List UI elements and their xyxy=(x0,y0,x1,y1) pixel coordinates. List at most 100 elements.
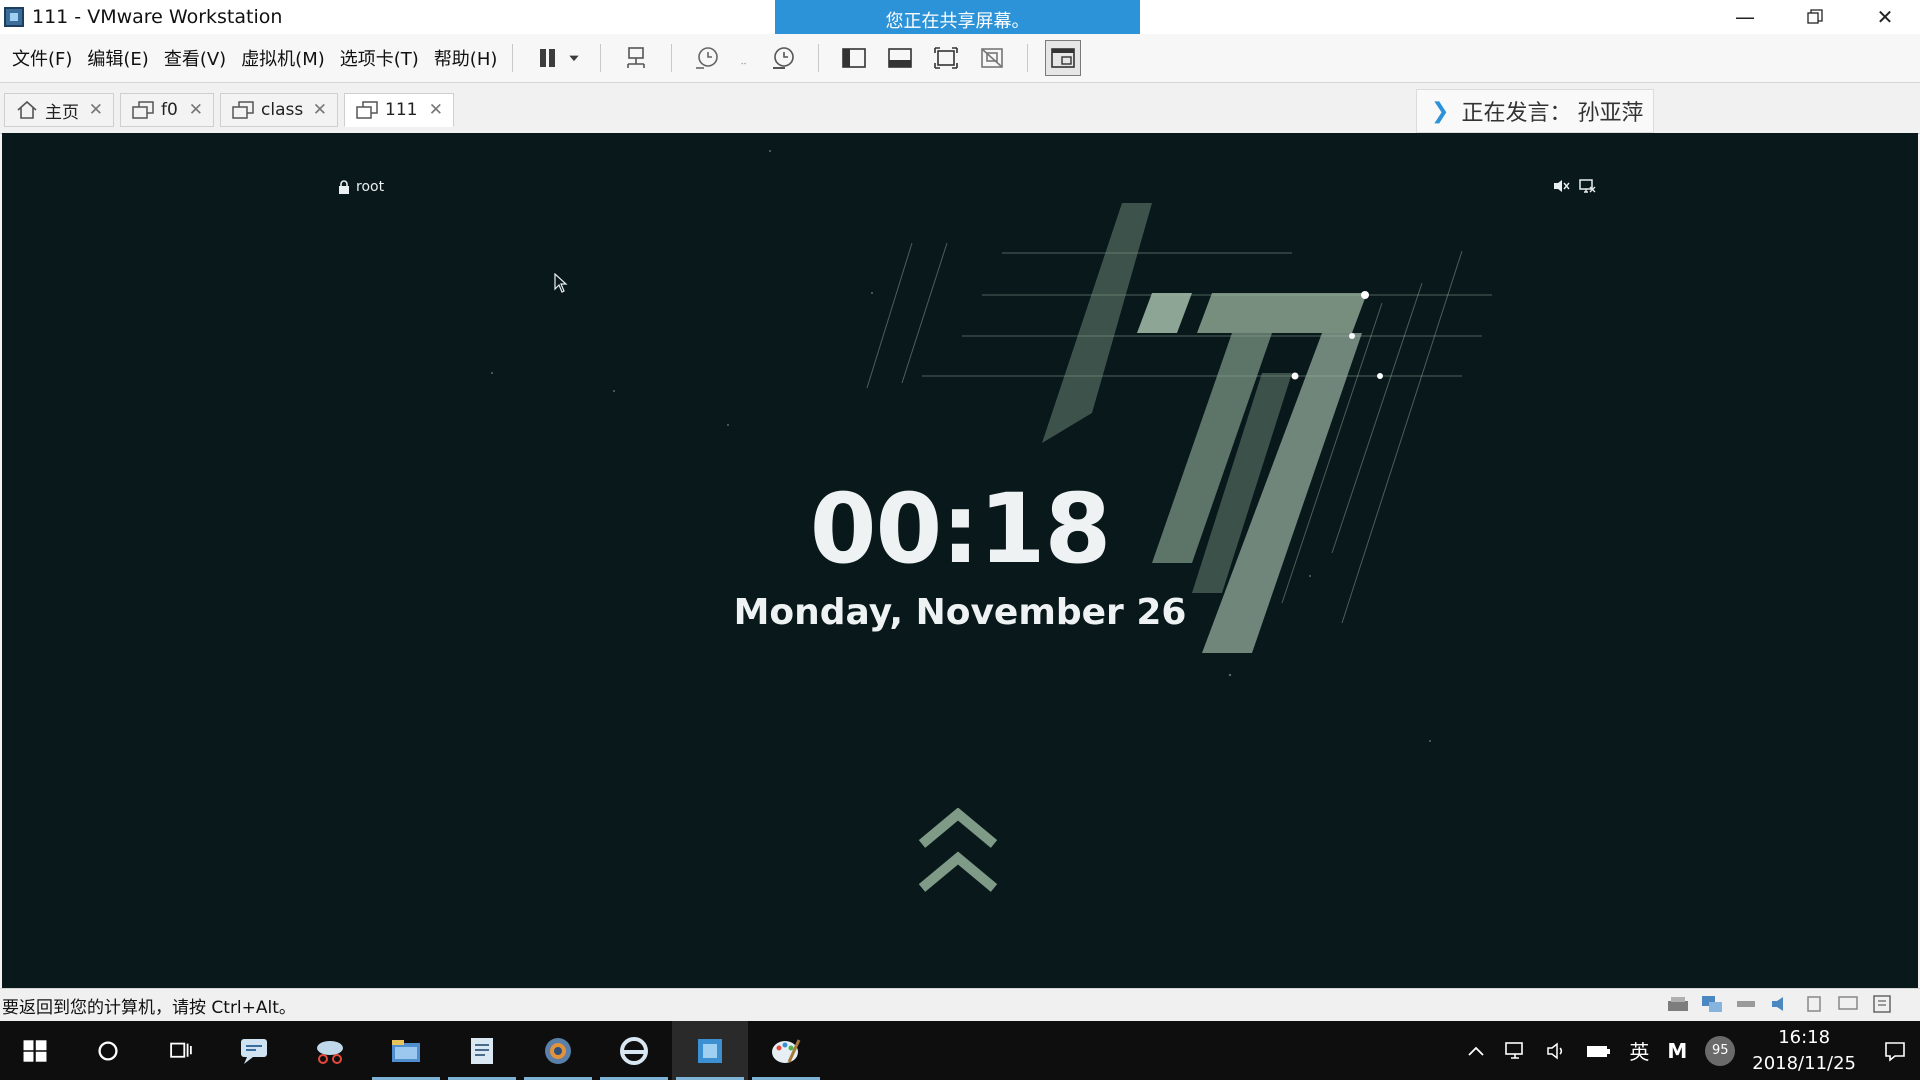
console-view-button[interactable] xyxy=(1045,40,1082,76)
network-icon[interactable] xyxy=(1578,178,1596,194)
cortana-circle-icon xyxy=(98,1040,118,1061)
start-button[interactable] xyxy=(0,1021,70,1080)
mute-icon[interactable] xyxy=(1552,178,1570,194)
notepad-icon xyxy=(471,1037,493,1064)
tab-f0[interactable]: f0 ✕ xyxy=(120,93,214,127)
tab-label: class xyxy=(261,100,304,120)
close-tab-icon[interactable]: ✕ xyxy=(429,100,443,120)
taskbar-app-browser[interactable] xyxy=(520,1021,596,1080)
network-adapter-icon[interactable] xyxy=(1700,993,1724,1015)
active-speaker-panel[interactable]: ❯ 正在发言： 孙亚萍 xyxy=(1416,89,1654,133)
tab-label: 主页 xyxy=(45,102,79,123)
windows-logo-icon xyxy=(23,1039,47,1062)
show-hidden-icons-button[interactable] xyxy=(1467,1045,1485,1057)
ime-language-indicator[interactable]: 英 xyxy=(1629,1036,1649,1065)
ime-mode-indicator[interactable]: M xyxy=(1667,1039,1687,1063)
menu-tabs[interactable]: 选项卡(T) xyxy=(340,45,419,71)
device-icons xyxy=(1666,993,1894,1015)
taskbar-app-editor[interactable] xyxy=(444,1021,520,1080)
toolbar-separator xyxy=(671,44,673,72)
restore-icon xyxy=(1807,9,1823,24)
usb-icon[interactable] xyxy=(1734,993,1758,1015)
lock-date: Monday, November 26 xyxy=(733,592,1187,633)
pause-button[interactable] xyxy=(530,40,566,76)
unlock-chevron-icon[interactable] xyxy=(916,808,1000,900)
chevron-up-icon xyxy=(1468,1046,1484,1056)
menu-file[interactable]: 文件(F) xyxy=(12,45,72,71)
search-button[interactable] xyxy=(70,1021,146,1080)
taskbar-app-chat[interactable] xyxy=(216,1021,292,1080)
close-button[interactable]: ✕ xyxy=(1850,0,1920,34)
taskbar-app-snipping[interactable] xyxy=(292,1021,368,1080)
printer-icon[interactable] xyxy=(1802,993,1826,1015)
window-controls: — ✕ xyxy=(1710,0,1920,34)
clock-date: 2018/11/25 xyxy=(1752,1052,1856,1074)
menu-help[interactable]: 帮助(H) xyxy=(434,45,498,71)
locked-user[interactable]: root xyxy=(338,179,384,195)
notification-count-badge[interactable]: 95 xyxy=(1705,1035,1736,1066)
close-tab-icon[interactable]: ✕ xyxy=(313,100,327,120)
vm-console[interactable]: root 00:18 Monday, November 26 xyxy=(2,133,1918,988)
task-view-button[interactable] xyxy=(146,1021,216,1080)
lock-clock: 00:18 xyxy=(809,473,1112,585)
vm-icon xyxy=(132,101,154,119)
snapshot-manager-button[interactable] xyxy=(765,40,801,76)
console-view-icon xyxy=(1051,48,1076,68)
message-log-icon[interactable] xyxy=(1870,993,1894,1015)
taskbar-app-paint[interactable] xyxy=(748,1021,824,1080)
taskbar-app-ie[interactable] xyxy=(596,1021,672,1080)
clock-time: 16:18 xyxy=(1778,1026,1831,1048)
chevron-right-icon: ❯ xyxy=(1431,98,1450,124)
battery-icon[interactable] xyxy=(1585,1042,1611,1060)
menu-edit[interactable]: 编辑(E) xyxy=(87,45,148,71)
snapshot-button[interactable] xyxy=(689,40,725,76)
status-hint: 要返回到您的计算机，请按 Ctrl+Alt。 xyxy=(2,997,296,1018)
internet-explorer-icon xyxy=(620,1036,648,1065)
tab-home[interactable]: 主页 ✕ xyxy=(4,93,114,127)
vm-icon xyxy=(356,101,378,119)
notification-icon xyxy=(1885,1041,1905,1062)
toolbar-separator xyxy=(512,44,514,72)
task-view-icon xyxy=(170,1042,192,1058)
send-ctrl-alt-del-button[interactable] xyxy=(618,40,654,76)
show-thumbnail-bar-button[interactable] xyxy=(882,40,918,76)
taskbar-clock[interactable]: 16:18 2018/11/25 xyxy=(1752,1025,1856,1077)
action-center-button[interactable] xyxy=(1870,1040,1920,1062)
restore-button[interactable] xyxy=(1780,0,1850,34)
power-dropdown-button[interactable] xyxy=(565,40,583,76)
menu-vm[interactable]: 虚拟机(M) xyxy=(241,45,325,71)
taskbar-app-explorer[interactable] xyxy=(368,1021,444,1080)
home-icon xyxy=(17,100,37,119)
taskbar-app-vmware[interactable] xyxy=(672,1021,748,1080)
sound-card-icon[interactable] xyxy=(1768,993,1792,1015)
full-screen-button[interactable] xyxy=(928,40,964,76)
browser-globe-icon xyxy=(545,1037,571,1064)
close-tab-icon[interactable]: ✕ xyxy=(89,100,103,120)
menu-view[interactable]: 查看(V) xyxy=(164,45,226,71)
minimize-button[interactable]: — xyxy=(1710,0,1780,34)
snapshot-manager-icon xyxy=(773,47,795,69)
display-icon[interactable] xyxy=(1836,993,1860,1015)
vm-status-icons xyxy=(1552,178,1596,194)
pause-icon xyxy=(540,49,556,67)
snapshot-dropdown[interactable] xyxy=(735,40,755,76)
hard-disk-icon[interactable] xyxy=(1666,993,1690,1015)
vm-status-bar: 要返回到您的计算机，请按 Ctrl+Alt。 xyxy=(0,988,1920,1021)
toolbar-separator xyxy=(818,44,820,72)
network-send-icon xyxy=(627,47,646,68)
windows-taskbar: 英 M 95 16:18 2018/11/25 xyxy=(0,1021,1920,1080)
speaker-name: 孙亚萍 xyxy=(1577,101,1644,126)
show-library-button[interactable] xyxy=(836,40,872,76)
toolbar-separator xyxy=(1027,44,1029,72)
fullscreen-icon xyxy=(934,47,959,69)
volume-icon[interactable] xyxy=(1545,1040,1567,1062)
mouse-cursor-icon xyxy=(554,273,568,293)
network-tray-icon[interactable] xyxy=(1503,1040,1527,1062)
close-tab-icon[interactable]: ✕ xyxy=(189,100,203,120)
toolbar-separator xyxy=(600,44,602,72)
unity-button[interactable] xyxy=(974,40,1010,76)
username: root xyxy=(356,179,385,195)
snapshot-clock-icon xyxy=(696,47,719,69)
tab-class[interactable]: class ✕ xyxy=(220,93,338,127)
tab-111[interactable]: 111 ✕ xyxy=(344,93,454,127)
